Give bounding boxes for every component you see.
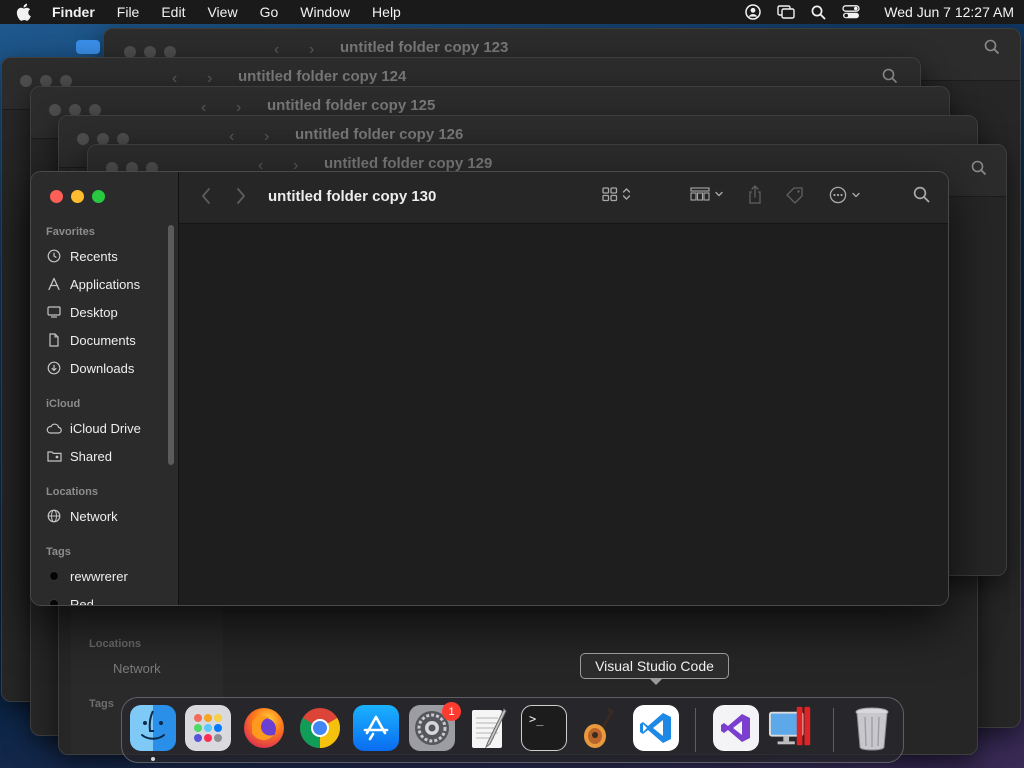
chrome-icon[interactable] [297, 705, 343, 751]
menu-go[interactable]: Go [260, 4, 279, 20]
sidebar-item-label: Recents [70, 248, 118, 264]
close-button[interactable] [50, 190, 63, 203]
document-icon [46, 332, 62, 348]
sidebar-item-label: rewwrerer [70, 568, 128, 584]
firefox-icon[interactable] [241, 705, 287, 751]
visual-studio-icon[interactable] [713, 705, 759, 751]
clock-icon [46, 248, 62, 264]
sidebar-tag-red[interactable]: Red [46, 593, 166, 606]
search-icon[interactable] [913, 186, 930, 203]
dock-separator [695, 708, 696, 752]
sidebar-item-recents[interactable]: Recents [46, 245, 166, 267]
tag-icon[interactable] [785, 186, 805, 204]
sidebar-item-applications[interactable]: Applications [46, 273, 166, 295]
sidebar-item-network[interactable]: Network [113, 661, 161, 676]
apple-menu-icon[interactable] [16, 3, 34, 21]
shared-folder-icon [46, 448, 62, 464]
menu-view[interactable]: View [207, 4, 237, 20]
sidebar-item-downloads[interactable]: Downloads [46, 357, 166, 379]
sidebar-scrollbar[interactable] [168, 225, 174, 465]
file-list-area[interactable] [179, 224, 948, 605]
finder-window[interactable]: Favorites Recents Applications Desktop D… [30, 171, 949, 606]
menu-clock[interactable]: Wed Jun 7 12:27 AM [884, 4, 1014, 20]
vscode-icon[interactable] [633, 705, 679, 751]
sidebar-item-desktop[interactable]: Desktop [46, 301, 166, 323]
desktop-icon [46, 304, 62, 320]
search-icon[interactable] [984, 39, 1000, 58]
sidebar-item-label: Shared [70, 448, 112, 464]
view-grid-icon[interactable] [602, 186, 631, 202]
globe-icon [46, 508, 62, 524]
finder-icon[interactable] [130, 705, 176, 751]
textedit-icon[interactable] [465, 705, 511, 751]
sidebar-item-label: iCloud Drive [70, 420, 141, 436]
sidebar-item-network[interactable]: Network [46, 505, 166, 527]
window-title: untitled folder copy 129 [324, 155, 493, 172]
search-icon[interactable] [811, 5, 826, 20]
window-title: untitled folder copy 126 [295, 126, 464, 143]
menu-window[interactable]: Window [300, 4, 350, 20]
sidebar-item-label: Desktop [70, 304, 118, 320]
terminal-icon[interactable]: >_ [521, 705, 567, 751]
notification-badge: 1 [442, 702, 461, 721]
sidebar-item-label: Applications [70, 276, 141, 292]
sidebar-item-shared[interactable]: Shared [46, 445, 166, 467]
control-center-icon[interactable] [842, 5, 860, 19]
tag-color-dot [49, 571, 59, 581]
sidebar-tags-label: Tags [46, 546, 71, 558]
sidebar-item-label: Documents [70, 332, 136, 348]
search-icon[interactable] [971, 160, 987, 179]
group-icon[interactable] [690, 186, 724, 202]
sidebar-locations-label: Locations [89, 638, 141, 650]
share-icon[interactable] [747, 185, 763, 205]
dock-tooltip: Visual Studio Code [580, 653, 729, 685]
applications-icon [46, 276, 62, 292]
zoom-button[interactable] [92, 190, 105, 203]
terminal-prompt-glyph: >_ [529, 712, 544, 726]
window-title: untitled folder copy 124 [238, 68, 407, 85]
back-icon[interactable] [201, 186, 211, 211]
sidebar-favorites-label: Favorites [46, 226, 95, 238]
menu-bar: Finder File Edit View Go Window Help Wed… [0, 0, 1024, 24]
window-title: untitled folder copy 130 [268, 188, 437, 205]
menu-app-name[interactable]: Finder [52, 4, 95, 20]
more-icon[interactable] [829, 186, 861, 204]
trash-icon[interactable] [849, 705, 895, 751]
menu-file[interactable]: File [117, 4, 140, 20]
sidebar-tag-rewwrerer[interactable]: rewwrerer [46, 565, 166, 587]
window-toolbar: untitled folder copy 130 [179, 172, 948, 224]
search-icon[interactable] [882, 68, 898, 87]
desktop-drive-icon[interactable] [76, 40, 100, 54]
tag-color-dot [49, 599, 59, 605]
cloud-icon [46, 420, 62, 436]
launchpad-icon[interactable] [185, 705, 231, 751]
sidebar-item-label: Downloads [70, 360, 135, 376]
settings-icon[interactable]: 1 [409, 702, 461, 751]
menu-help[interactable]: Help [372, 4, 401, 20]
garageband-icon[interactable] [577, 705, 623, 751]
sidebar-item-icloud-drive[interactable]: iCloud Drive [46, 417, 166, 439]
sidebar: Favorites Recents Applications Desktop D… [31, 172, 179, 605]
minimize-button[interactable] [71, 190, 84, 203]
window-title: untitled folder copy 125 [267, 97, 436, 114]
parallels-icon[interactable] [768, 705, 814, 751]
dock-separator [833, 708, 834, 752]
sidebar-item-documents[interactable]: Documents [46, 329, 166, 351]
app-store-icon[interactable] [353, 705, 399, 751]
running-indicator [151, 757, 155, 761]
download-icon [46, 360, 62, 376]
sidebar-icloud-label: iCloud [46, 398, 81, 410]
screen-mirroring-icon[interactable] [777, 5, 795, 19]
window-controls [50, 190, 105, 203]
sidebar-locations-label: Locations [46, 486, 98, 498]
dock: 1 >_ [121, 697, 904, 763]
menu-edit[interactable]: Edit [161, 4, 185, 20]
forward-icon[interactable] [236, 186, 246, 211]
window-title: untitled folder copy 123 [340, 39, 509, 56]
sidebar-tags-label: Tags [89, 698, 114, 710]
sidebar-item-label: Network [70, 508, 118, 524]
sidebar-item-label: Red [70, 596, 94, 606]
user-icon[interactable] [745, 4, 762, 20]
